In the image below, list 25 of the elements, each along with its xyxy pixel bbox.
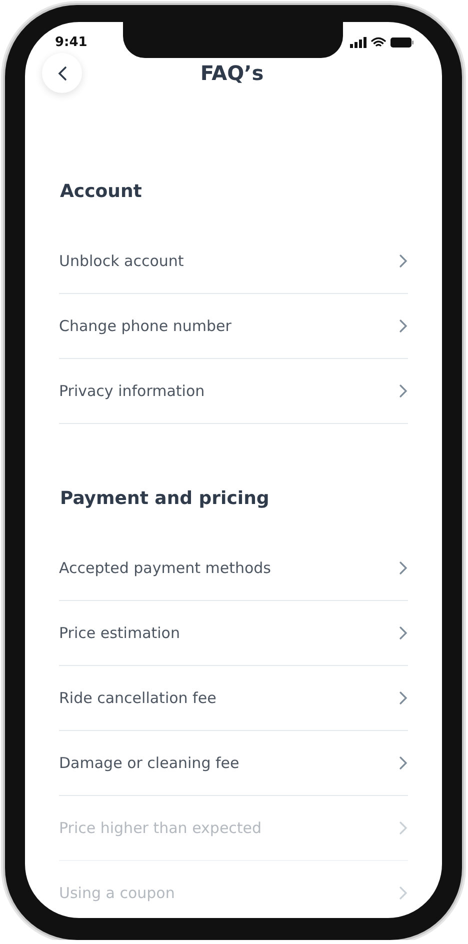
chevron-right-icon (399, 886, 408, 900)
chevron-right-icon (399, 821, 408, 835)
chevron-right-icon (399, 254, 408, 268)
wifi-icon (371, 37, 386, 48)
faq-item[interactable]: Price estimation (59, 601, 408, 666)
faq-item[interactable]: Ride cancellation fee (59, 666, 408, 731)
faq-item[interactable]: Privacy information (59, 359, 408, 424)
page-title: FAQ’s (199, 61, 265, 85)
signal-icon (350, 37, 367, 48)
section-title: Account (60, 181, 143, 202)
faq-item[interactable]: Accepted payment methods (59, 536, 408, 601)
section-title: Payment and pricing (60, 488, 270, 509)
faq-item[interactable]: Unblock account (59, 229, 408, 294)
chevron-right-icon (399, 756, 408, 770)
chevron-right-icon (399, 319, 408, 333)
chevron-right-icon (399, 384, 408, 398)
status-time: 9:41 (55, 35, 88, 50)
faq-item[interactable]: Change phone number (59, 294, 408, 359)
faq-item[interactable]: Damage or cleaning fee (59, 731, 408, 796)
back-button[interactable] (42, 53, 82, 93)
chevron-right-icon (399, 691, 408, 705)
chevron-right-icon (399, 626, 408, 640)
back-icon (58, 66, 66, 80)
battery-icon (390, 37, 414, 48)
chevron-right-icon (399, 561, 408, 575)
